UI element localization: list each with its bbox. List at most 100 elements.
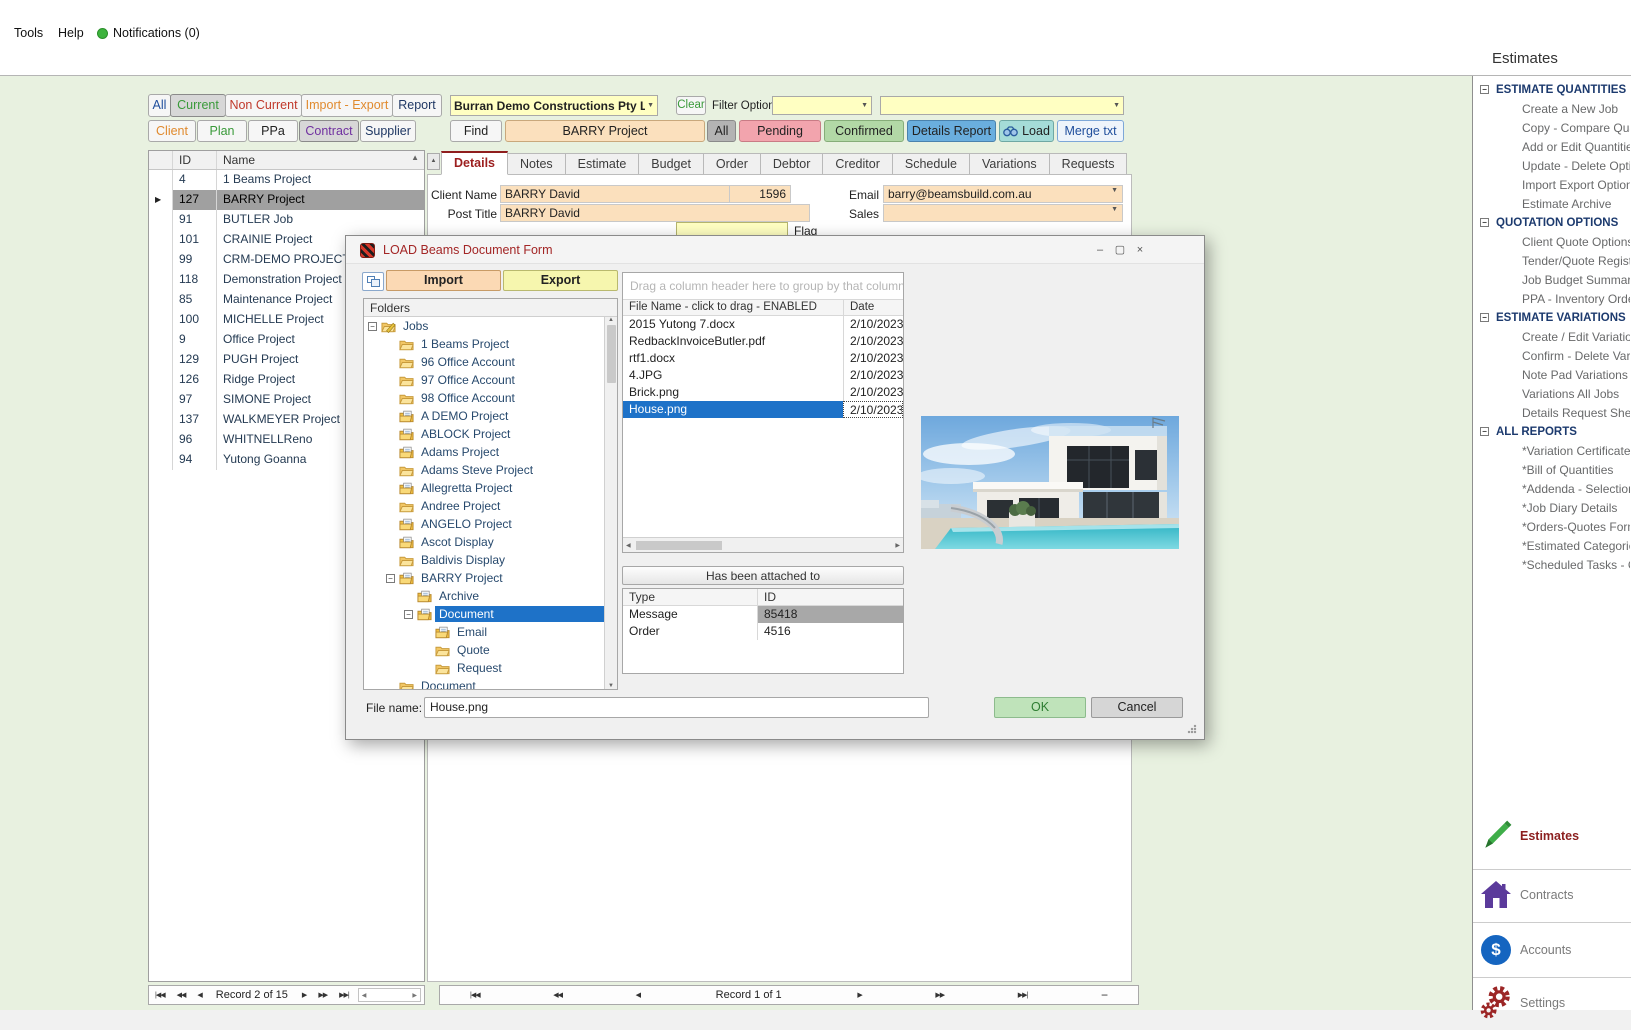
sidebar-item[interactable]: Add or Edit Quantities bbox=[1474, 137, 1630, 156]
folder-tree-item[interactable]: Document bbox=[364, 677, 604, 689]
collapse-section-icon[interactable]: − bbox=[1480, 85, 1489, 94]
collapse-node-icon[interactable]: − bbox=[386, 573, 395, 583]
collapse-section-icon[interactable]: − bbox=[1480, 313, 1489, 322]
sidebar-item[interactable]: *Scheduled Tasks - Ca bbox=[1474, 555, 1630, 574]
filter-current-button[interactable]: Current bbox=[170, 94, 226, 117]
collapse-node-icon[interactable]: − bbox=[404, 609, 413, 619]
collapse-node-icon[interactable]: − bbox=[368, 321, 377, 331]
file-row[interactable]: Brick.png 2/10/2023 bbox=[623, 384, 903, 401]
sidebar-item[interactable]: Note Pad Variations bbox=[1474, 365, 1630, 384]
nav-contracts[interactable]: Contracts bbox=[1478, 873, 1630, 917]
folder-tree-item[interactable]: Adams Steve Project bbox=[364, 461, 604, 479]
nav-accounts[interactable]: $ Accounts bbox=[1478, 928, 1630, 972]
folder-tree-item[interactable]: − BARRY Project bbox=[364, 569, 604, 587]
nav-estimates[interactable]: Estimates bbox=[1478, 814, 1630, 858]
merge-txt-button[interactable]: Merge txt bbox=[1057, 120, 1124, 142]
sidebar-item[interactable]: Create a New Job bbox=[1474, 99, 1630, 118]
status-all-button[interactable]: All bbox=[707, 120, 736, 142]
file-row[interactable]: 2015 Yutong 7.docx 2/10/2023 bbox=[623, 316, 903, 333]
find-button[interactable]: Find bbox=[450, 120, 502, 142]
collapse-navigator-icon[interactable]: − bbox=[1095, 988, 1114, 1002]
project-name-field[interactable]: BARRY Project bbox=[505, 120, 705, 142]
tab-variations[interactable]: Variations bbox=[969, 153, 1050, 175]
sidebar-item[interactable]: Tender/Quote Registe bbox=[1474, 251, 1630, 270]
menu-tools[interactable]: Tools bbox=[14, 26, 43, 40]
scroll-right-icon[interactable]: ▶ bbox=[892, 542, 903, 549]
horizontal-scrollbar[interactable]: ◀ ▶ bbox=[357, 988, 421, 1002]
load-button[interactable]: Load bbox=[999, 120, 1054, 142]
tab-debtor[interactable]: Debtor bbox=[759, 153, 824, 175]
ok-button[interactable]: OK bbox=[994, 697, 1086, 718]
sidebar-item[interactable]: *Bill of Quantities bbox=[1474, 460, 1630, 479]
group-by-hint[interactable]: Drag a column header here to group by th… bbox=[623, 273, 903, 299]
menu-help[interactable]: Help bbox=[58, 26, 84, 40]
first-record-icon[interactable]: |◀◀ bbox=[464, 991, 486, 999]
id-column-header[interactable]: ID bbox=[173, 151, 217, 169]
scroll-right-icon[interactable]: ▶ bbox=[409, 992, 420, 999]
sidebar-item[interactable]: *Orders-Quotes Form bbox=[1474, 517, 1630, 536]
folder-tree-item[interactable]: Archive bbox=[364, 587, 604, 605]
scroll-left-icon[interactable]: ◀ bbox=[623, 542, 634, 549]
folder-tree-item[interactable]: Ascot Display bbox=[364, 533, 604, 551]
post-title-field[interactable]: BARRY David bbox=[500, 204, 810, 222]
folder-tree-item[interactable]: Baldivis Display bbox=[364, 551, 604, 569]
sidebar-section[interactable]: − ESTIMATE QUANTITIES bbox=[1474, 80, 1630, 99]
fast-next-icon[interactable]: ▶▶ bbox=[929, 991, 950, 999]
file-list-header[interactable]: File Name - click to drag - ENABLED Date bbox=[623, 299, 903, 316]
sidebar-item[interactable]: Update - Delete Optio bbox=[1474, 156, 1630, 175]
sidebar-item[interactable]: Confirm - Delete Varia bbox=[1474, 346, 1630, 365]
menu-notifications[interactable]: Notifications (0) bbox=[113, 26, 200, 40]
dialog-title-bar[interactable]: LOAD Beams Document Form – ▢ × bbox=[346, 236, 1204, 264]
tab-scroll-up-button[interactable]: ▲ bbox=[427, 153, 440, 170]
last-record-icon[interactable]: ▶▶| bbox=[1012, 991, 1034, 999]
file-row[interactable]: House.png 2/10/2023 bbox=[623, 401, 903, 418]
sidebar-item[interactable]: Import Export Options bbox=[1474, 175, 1630, 194]
collapse-section-icon[interactable]: − bbox=[1480, 427, 1489, 436]
client-button[interactable]: Client bbox=[148, 120, 196, 142]
filter-option-select-1[interactable]: ▼ bbox=[772, 96, 872, 115]
sidebar-item[interactable]: *Job Diary Details bbox=[1474, 498, 1630, 517]
collapse-panel-button[interactable] bbox=[362, 272, 384, 291]
folder-tree-item[interactable]: Quote bbox=[364, 641, 604, 659]
sidebar-item[interactable]: Client Quote Options bbox=[1474, 232, 1630, 251]
table-row[interactable]: 4 1 Beams Project bbox=[149, 170, 424, 190]
table-row[interactable]: ▶ 127 BARRY Project bbox=[149, 190, 424, 210]
folder-tree-item[interactable]: 96 Office Account bbox=[364, 353, 604, 371]
file-row[interactable]: RedbackInvoiceButler.pdf 2/10/2023 bbox=[623, 333, 903, 350]
sidebar-item[interactable]: PPA - Inventory Order bbox=[1474, 289, 1630, 308]
clear-button[interactable]: Clear bbox=[676, 96, 706, 115]
scrollbar-thumb[interactable] bbox=[635, 540, 722, 550]
next-record-icon[interactable]: ▶ bbox=[851, 991, 867, 999]
sales-field[interactable]: ▼ bbox=[883, 204, 1123, 222]
sidebar-section[interactable]: − ESTIMATE VARIATIONS bbox=[1474, 308, 1630, 327]
folder-tree-item[interactable]: Allegretta Project bbox=[364, 479, 604, 497]
sidebar-item[interactable]: *Estimated Categorie bbox=[1474, 536, 1630, 555]
table-row[interactable]: 91 BUTLER Job bbox=[149, 210, 424, 230]
name-column-header[interactable]: Name ▲ bbox=[217, 151, 424, 169]
tab-estimate[interactable]: Estimate bbox=[564, 153, 640, 175]
folder-tree-item[interactable]: Email bbox=[364, 623, 604, 641]
attached-row[interactable]: Message 85418 bbox=[623, 606, 903, 623]
fast-previous-icon[interactable]: ◀◀ bbox=[171, 991, 192, 999]
plan-button[interactable]: Plan bbox=[197, 120, 247, 142]
filter-report-button[interactable]: Report bbox=[392, 94, 442, 117]
sidebar-item[interactable]: Create / Edit Variation bbox=[1474, 327, 1630, 346]
status-pending-button[interactable]: Pending bbox=[739, 120, 821, 142]
folder-tree-item[interactable]: Adams Project bbox=[364, 443, 604, 461]
file-row[interactable]: 4.JPG 2/10/2023 bbox=[623, 367, 903, 384]
company-select[interactable]: Burran Demo Constructions Pty Ltd ▼ bbox=[450, 95, 658, 116]
sidebar-section[interactable]: − QUOTATION OPTIONS bbox=[1474, 213, 1630, 232]
attached-table-header[interactable]: Type ID bbox=[623, 589, 903, 606]
close-icon[interactable]: × bbox=[1132, 244, 1148, 258]
last-record-icon[interactable]: ▶▶| bbox=[333, 991, 355, 999]
fast-previous-icon[interactable]: ◀◀ bbox=[547, 991, 568, 999]
tab-budget[interactable]: Budget bbox=[638, 153, 704, 175]
folder-tree-item[interactable]: − Jobs bbox=[364, 317, 604, 335]
folder-tree-item[interactable]: − Document bbox=[364, 605, 604, 623]
tab-schedule[interactable]: Schedule bbox=[891, 153, 970, 175]
sidebar-item[interactable]: Details Request Sheet bbox=[1474, 403, 1630, 422]
sidebar-item[interactable]: *Variation Certificate bbox=[1474, 441, 1630, 460]
filter-non-current-button[interactable]: Non Current bbox=[225, 94, 302, 117]
sidebar-item[interactable]: *Addenda - Selection bbox=[1474, 479, 1630, 498]
attached-row[interactable]: Order 4516 bbox=[623, 623, 903, 640]
